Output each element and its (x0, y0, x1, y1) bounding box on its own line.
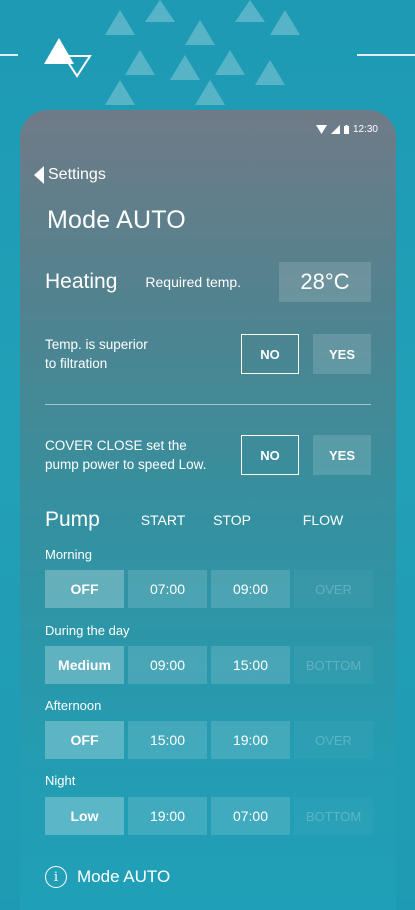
no-button[interactable]: NO (241, 435, 299, 475)
flow-select[interactable]: BOTTOM (294, 797, 373, 835)
start-time-field[interactable]: 15:00 (128, 721, 207, 759)
option-text: Temp. is superior to filtration (45, 335, 241, 373)
no-button[interactable]: NO (241, 334, 299, 374)
logo-icon (44, 38, 92, 78)
option-text-line: Temp. is superior (45, 337, 148, 352)
pump-mode-select[interactable]: OFF (45, 570, 124, 608)
option-text: COVER CLOSE set the pump power to speed … (45, 436, 241, 474)
column-start: START (140, 512, 186, 528)
required-temp-label: Required temp. (145, 274, 242, 290)
schedule-row-afternoon: OFF 15:00 19:00 OVER (45, 721, 373, 759)
option-text-line: COVER CLOSE set the (45, 438, 187, 453)
stop-time-field[interactable]: 19:00 (211, 721, 290, 759)
yes-button[interactable]: YES (313, 435, 371, 475)
pump-mode-select[interactable]: Medium (45, 646, 124, 684)
option-temp-superior: Temp. is superior to filtration NO YES (45, 334, 371, 374)
start-time-field[interactable]: 09:00 (128, 646, 207, 684)
flow-select[interactable]: OVER (294, 721, 373, 759)
stop-time-field[interactable]: 07:00 (211, 797, 290, 835)
heating-row: Heating Required temp. 28°C (45, 262, 371, 302)
period-label: Morning (45, 547, 92, 562)
period-label: Night (45, 773, 76, 788)
mode-info-link[interactable]: i Mode AUTO (45, 866, 170, 888)
start-time-field[interactable]: 07:00 (128, 570, 207, 608)
option-cover-close: COVER CLOSE set the pump power to speed … (45, 435, 371, 475)
info-icon: i (45, 866, 67, 888)
pump-title: Pump (45, 508, 100, 531)
heating-label: Heating (45, 270, 118, 293)
status-time: 12:30 (352, 124, 378, 135)
divider (45, 404, 371, 405)
yes-button[interactable]: YES (313, 334, 371, 374)
column-stop: STOP (213, 512, 251, 528)
chevron-left-icon (34, 166, 44, 184)
pump-mode-select[interactable]: Low (45, 797, 124, 835)
pump-header: Pump START STOP FLOW (45, 508, 375, 532)
start-time-field[interactable]: 19:00 (128, 797, 207, 835)
back-label: Settings (48, 166, 106, 183)
required-temp-field[interactable]: 28°C (279, 262, 371, 302)
flow-select[interactable]: BOTTOM (294, 646, 373, 684)
option-text-line: pump power to speed Low. (45, 457, 207, 472)
page-title: Mode AUTO (47, 206, 186, 234)
stop-time-field[interactable]: 15:00 (211, 646, 290, 684)
phone-screen: 12:30 Settings Mode AUTO Heating Require… (20, 110, 396, 910)
flow-select[interactable]: OVER (294, 570, 373, 608)
wifi-icon (315, 125, 327, 134)
triangle-pattern (105, 0, 300, 105)
decor-line-right (357, 54, 415, 56)
column-flow: FLOW (302, 512, 344, 528)
schedule-row-day: Medium 09:00 15:00 BOTTOM (45, 646, 373, 684)
schedule-row-night: Low 19:00 07:00 BOTTOM (45, 797, 373, 835)
period-label: Afternoon (45, 698, 102, 713)
info-label: Mode AUTO (77, 867, 171, 886)
schedule-row-morning: OFF 07:00 09:00 OVER (45, 570, 373, 608)
signal-icon (330, 125, 340, 134)
status-bar: 12:30 (315, 124, 378, 135)
period-label: During the day (45, 623, 130, 638)
stop-time-field[interactable]: 09:00 (211, 570, 290, 608)
option-text-line: to filtration (45, 356, 108, 371)
battery-icon (343, 125, 349, 134)
decor-line-left (0, 54, 18, 56)
back-button[interactable]: Settings (34, 166, 106, 184)
pump-mode-select[interactable]: OFF (45, 721, 124, 759)
